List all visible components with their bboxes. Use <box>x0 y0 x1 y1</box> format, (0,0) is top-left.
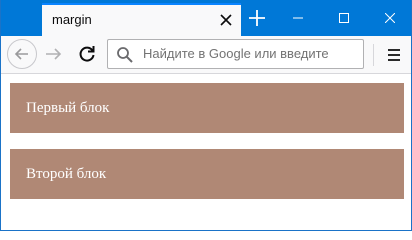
close-icon <box>385 13 395 23</box>
second-block: Второй блок <box>10 149 404 199</box>
url-placeholder: Найдите в Google или введите <box>143 46 329 61</box>
toolbar-divider <box>373 44 374 66</box>
reload-icon[interactable] <box>77 44 97 64</box>
tab-margin[interactable]: margin <box>42 3 241 36</box>
browser-window: margin Найдите в Google или введите Перв… <box>0 0 412 231</box>
url-bar[interactable]: Найдите в Google или введите <box>107 39 364 69</box>
search-icon <box>116 46 134 64</box>
hamburger-icon[interactable] <box>383 44 405 66</box>
close-window-button[interactable] <box>367 0 411 36</box>
close-icon[interactable] <box>217 11 235 29</box>
minimize-icon <box>293 17 303 19</box>
back-button[interactable] <box>7 39 37 69</box>
minimize-button[interactable] <box>275 0 321 36</box>
first-block: Первый блок <box>10 83 404 133</box>
plus-icon[interactable] <box>246 7 268 29</box>
arrow-left-icon <box>14 48 28 60</box>
page-content: Первый блок Второй блок <box>1 74 411 230</box>
title-bar: margin <box>1 0 411 36</box>
tab-title: margin <box>52 12 92 27</box>
maximize-icon <box>339 13 349 23</box>
navigation-bar: Найдите в Google или введите <box>1 36 411 74</box>
arrow-right-icon[interactable] <box>43 44 63 64</box>
maximize-button[interactable] <box>321 0 367 36</box>
